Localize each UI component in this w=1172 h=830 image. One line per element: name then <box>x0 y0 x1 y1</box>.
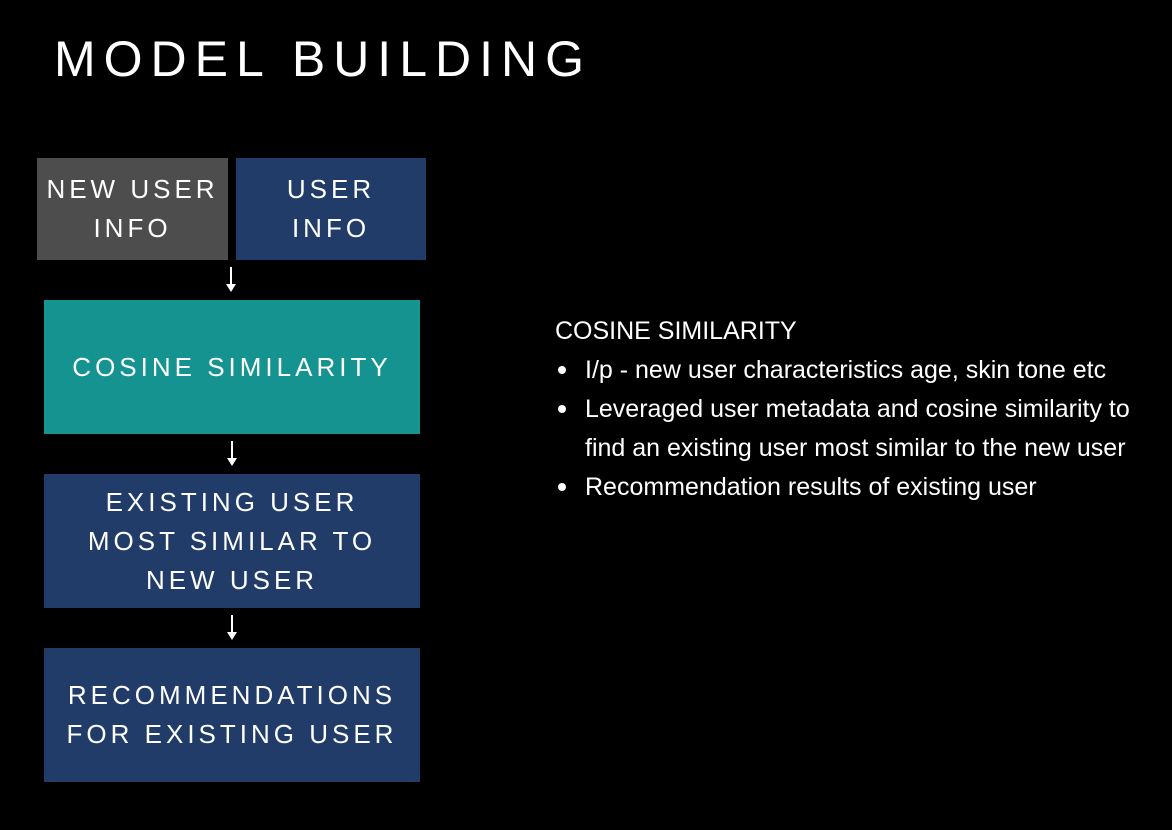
bullet-icon <box>558 405 566 413</box>
new-user-info-box: NEW USER INFO <box>37 158 228 260</box>
page-title: MODEL BUILDING <box>54 31 593 87</box>
bullet-list: I/p - new user characteristics age, skin… <box>555 351 1155 507</box>
bullet-text: Recommendation results of existing user <box>585 473 1037 501</box>
bullet-text: Leveraged user metadata and cosine simil… <box>585 395 1130 462</box>
down-arrow-icon <box>226 615 238 641</box>
bullet-text: I/p - new user characteristics age, skin… <box>585 356 1107 384</box>
recommendations-box: RECOMMENDATIONS FOR EXISTING USER <box>44 648 420 782</box>
list-item: Recommendation results of existing user <box>555 468 1155 507</box>
user-info-box: USER INFO <box>236 158 426 260</box>
description-panel: COSINE SIMILARITY I/p - new user charact… <box>555 312 1155 507</box>
list-item: I/p - new user characteristics age, skin… <box>555 351 1155 390</box>
panel-heading: COSINE SIMILARITY <box>555 317 797 345</box>
bullet-icon <box>558 483 566 491</box>
down-arrow-icon <box>226 441 238 467</box>
list-item: Leveraged user metadata and cosine simil… <box>555 390 1155 468</box>
bullet-icon <box>558 366 566 374</box>
down-arrow-icon <box>225 267 237 293</box>
cosine-similarity-box: COSINE SIMILARITY <box>44 300 420 434</box>
existing-user-box: EXISTING USER MOST SIMILAR TO NEW USER <box>44 474 420 608</box>
